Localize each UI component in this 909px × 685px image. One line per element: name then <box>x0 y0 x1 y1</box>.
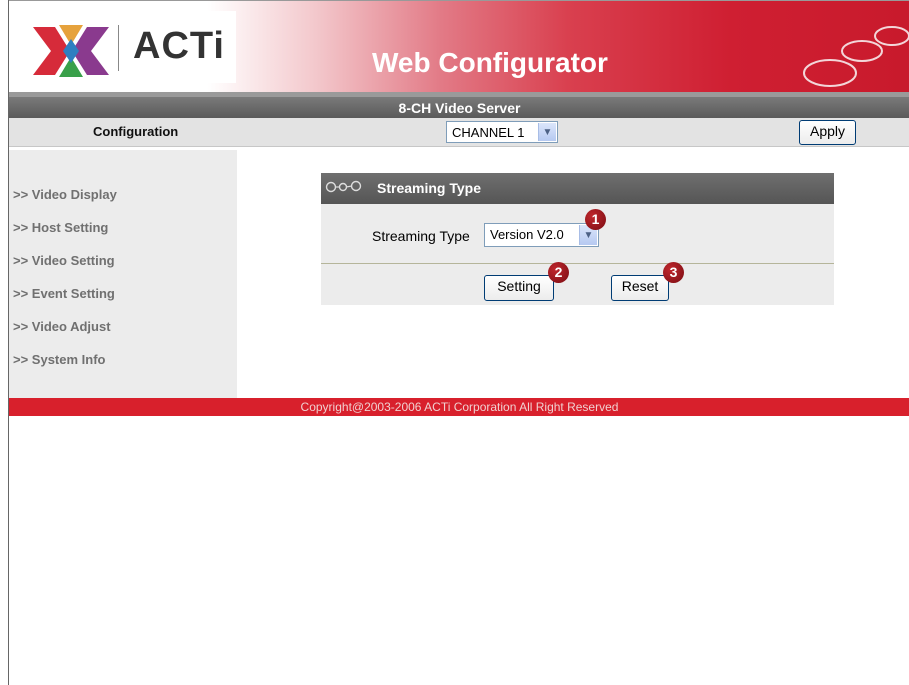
sidebar-item-video-setting[interactable]: >> Video Setting <box>13 253 115 268</box>
device-name: 8-CH Video Server <box>398 100 521 116</box>
callout-badge-1: 1 <box>585 209 606 230</box>
channel-select[interactable]: CHANNEL 1 ▼ <box>446 121 558 143</box>
panel-divider <box>321 263 834 264</box>
streaming-type-value: Version V2.0 <box>490 227 564 242</box>
page-frame: ACTi Web Configurator 8-CH Video Server … <box>8 0 909 685</box>
channel-value: CHANNEL 1 <box>452 125 525 140</box>
config-label: Configuration <box>93 124 179 139</box>
callout-badge-3: 3 <box>663 262 684 283</box>
sidebar-nav: >> Video Display >> Host Setting >> Vide… <box>9 150 237 398</box>
app-title: Web Configurator <box>372 47 608 78</box>
header-banner: ACTi Web Configurator <box>9 0 909 92</box>
sidebar-item-video-adjust[interactable]: >> Video Adjust <box>13 319 111 334</box>
acti-logo-icon <box>33 25 109 77</box>
logo: ACTi <box>21 11 236 83</box>
sidebar-item-video-display[interactable]: >> Video Display <box>13 187 117 202</box>
panel-title: Streaming Type <box>377 180 481 196</box>
streaming-type-label: Streaming Type <box>372 228 470 244</box>
chevron-down-icon[interactable]: ▼ <box>538 123 556 141</box>
reset-button[interactable]: Reset <box>611 275 669 301</box>
panel-body <box>321 204 834 305</box>
panel-header: Streaming Type <box>321 173 834 204</box>
callout-badge-2: 2 <box>548 262 569 283</box>
footer-bar: Copyright@2003-2006 ACTi Corporation All… <box>9 398 909 416</box>
apply-button[interactable]: Apply <box>799 120 856 145</box>
logo-divider <box>118 25 119 71</box>
sidebar-item-host-setting[interactable]: >> Host Setting <box>13 220 108 235</box>
sidebar-item-event-setting[interactable]: >> Event Setting <box>13 286 115 301</box>
rings-decoration-icon <box>803 26 909 87</box>
copyright-text: Copyright@2003-2006 ACTi Corporation All… <box>300 400 619 414</box>
brand-name: ACTi <box>133 25 225 67</box>
streaming-type-select[interactable]: Version V2.0 ▼ <box>484 223 599 247</box>
sidebar-item-system-info[interactable]: >> System Info <box>13 352 105 367</box>
setting-button[interactable]: Setting <box>484 275 554 301</box>
device-title-bar: 8-CH Video Server <box>9 92 909 118</box>
rings-icon <box>325 180 362 193</box>
